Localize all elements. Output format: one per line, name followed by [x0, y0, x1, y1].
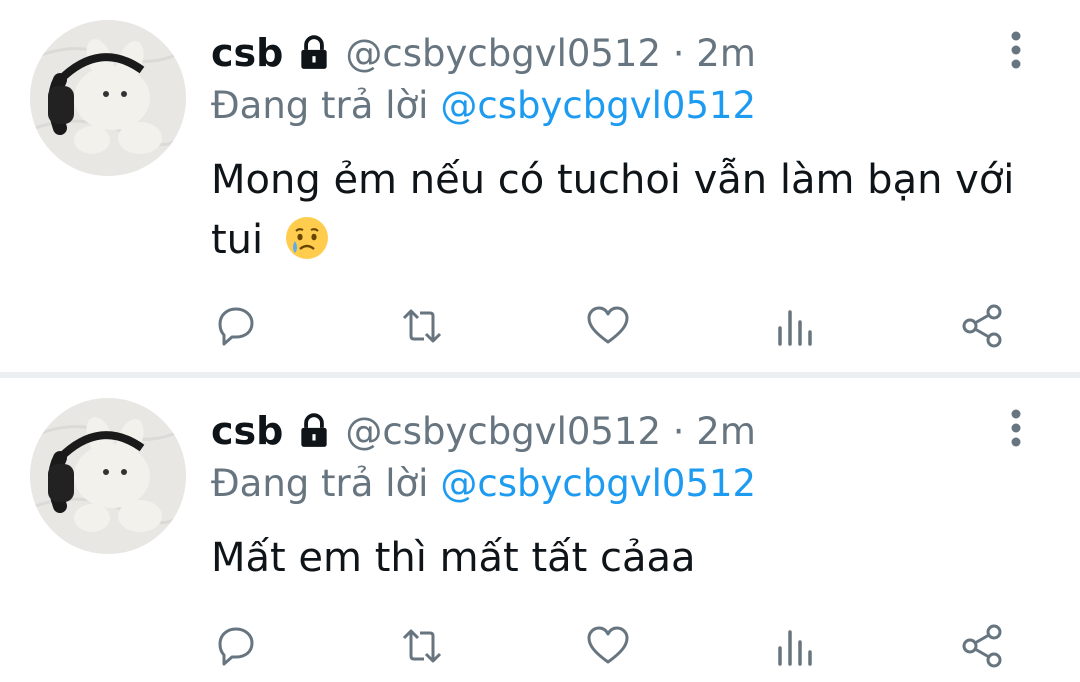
tweet-text-body: Mong ẻm nếu có tuchoi vẫn làm bạn với tu… [211, 157, 1015, 263]
tweet-actions [0, 298, 1080, 354]
tweet[interactable]: csb @csbycbgvl0512 · 2m Đang trả lời @cs… [0, 378, 1080, 682]
handle-time[interactable]: @csbycbgvl0512 · 2m [345, 32, 756, 75]
reply-icon[interactable] [212, 302, 260, 350]
display-name[interactable]: csb [211, 31, 283, 75]
reply-context: Đang trả lời @csbycbgvl0512 [211, 458, 756, 508]
reply-target-link[interactable]: @csbycbgvl0512 [440, 462, 756, 505]
views-icon[interactable] [772, 622, 820, 670]
tweet-text: Mong ẻm nếu có tuchoi vẫn làm bạn với tu… [211, 150, 1041, 270]
tweet[interactable]: csb @csbycbgvl0512 · 2m Đang trả lời @cs… [0, 0, 1080, 372]
reply-context: Đang trả lời @csbycbgvl0512 [211, 80, 756, 130]
tweet-header: csb @csbycbgvl0512 · 2m [211, 28, 756, 78]
tweet-text-body: Mất em thì mất tất cảaa [211, 535, 696, 581]
reply-icon[interactable] [212, 622, 260, 670]
views-icon[interactable] [772, 302, 820, 350]
display-name[interactable]: csb [211, 409, 283, 453]
more-vertical-icon[interactable] [996, 406, 1036, 450]
avatar-image [30, 20, 186, 176]
crying-face-emoji [284, 215, 330, 261]
tweet-text: Mất em thì mất tất cảaa [211, 528, 1041, 588]
retweet-icon[interactable] [398, 622, 446, 670]
tweet-header: csb @csbycbgvl0512 · 2m [211, 406, 756, 456]
reply-target-link[interactable]: @csbycbgvl0512 [440, 84, 756, 127]
tweet-actions [0, 618, 1080, 674]
avatar[interactable] [30, 398, 186, 554]
handle-time[interactable]: @csbycbgvl0512 · 2m [345, 410, 756, 453]
avatar[interactable] [30, 20, 186, 176]
share-icon[interactable] [958, 302, 1006, 350]
lock-icon [295, 412, 333, 450]
like-icon[interactable] [584, 302, 632, 350]
lock-icon [295, 34, 333, 72]
more-vertical-icon[interactable] [996, 28, 1036, 72]
avatar-image [30, 398, 186, 554]
like-icon[interactable] [584, 622, 632, 670]
retweet-icon[interactable] [398, 302, 446, 350]
reply-prefix: Đang trả lời [211, 83, 429, 127]
share-icon[interactable] [958, 622, 1006, 670]
reply-prefix: Đang trả lời [211, 461, 429, 505]
